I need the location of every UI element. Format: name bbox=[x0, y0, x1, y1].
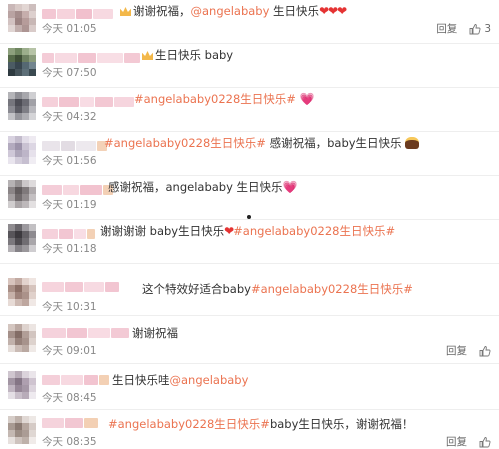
hashtag-link[interactable]: #angelababy0228生日快乐# bbox=[104, 136, 266, 150]
comment-text: 谢谢谢谢 baby生日快乐❤#angelababy0228生日快乐# bbox=[100, 224, 396, 238]
avatar[interactable] bbox=[8, 324, 36, 352]
comment-time: 今天 01:18 bbox=[42, 243, 97, 255]
username-blurred[interactable] bbox=[42, 328, 129, 339]
like-button[interactable] bbox=[479, 345, 491, 357]
like-button[interactable] bbox=[479, 436, 491, 448]
comment-time: 今天 04:32 bbox=[42, 111, 97, 123]
comment-item: #angelababy0228生日快乐# 💗 今天 04:32 bbox=[0, 88, 499, 132]
avatar[interactable] bbox=[8, 416, 36, 444]
comment-text: #angelababy0228生日快乐# 💗 bbox=[134, 90, 315, 108]
reply-button[interactable]: 回复 bbox=[436, 22, 457, 36]
comment-time: 今天 01:19 bbox=[42, 199, 97, 211]
pink-heart-icon: 💗 bbox=[299, 92, 315, 106]
comment-time: 今天 01:05 bbox=[42, 23, 97, 35]
username-blurred[interactable] bbox=[42, 185, 113, 196]
username-blurred[interactable] bbox=[42, 418, 98, 429]
comment-item: 谢谢祝福，@angelababy 生日快乐❤❤❤ 今天 01:05 回复 3 bbox=[0, 0, 499, 44]
comment-text: 谢谢祝福 bbox=[132, 326, 178, 340]
avatar[interactable] bbox=[8, 92, 36, 120]
comment-time: 今天 08:35 bbox=[42, 436, 97, 448]
comment-text: 感谢祝福，angelababy 生日快乐💗 bbox=[108, 180, 298, 194]
comment-item: 感谢祝福，angelababy 生日快乐💗 今天 01:19 bbox=[0, 176, 499, 220]
avatar[interactable] bbox=[8, 136, 36, 164]
comment-time: 今天 07:50 bbox=[42, 67, 97, 79]
comment-text: 这个特效好适合baby#angelababy0228生日快乐# bbox=[142, 282, 413, 296]
comment-text: #angelababy0228生日快乐# 感谢祝福，baby生日快乐 bbox=[104, 134, 419, 152]
comment-item: 这个特效好适合baby#angelababy0228生日快乐# 今天 10:31 bbox=[0, 264, 499, 316]
username-blurred[interactable] bbox=[42, 141, 107, 152]
crown-icon bbox=[142, 51, 153, 60]
mention-link[interactable]: @angelababy bbox=[191, 4, 270, 18]
comment-text: 生日快乐哇@angelababy bbox=[112, 373, 249, 387]
avatar[interactable] bbox=[8, 371, 36, 399]
red-heart-icon: ❤❤❤ bbox=[319, 4, 347, 18]
mention-link[interactable]: @angelababy bbox=[170, 373, 249, 387]
username-blurred[interactable] bbox=[42, 375, 109, 386]
comment-item: 生日快乐哇@angelababy 今天 08:45 bbox=[0, 364, 499, 410]
cake-icon bbox=[404, 137, 419, 149]
comment-text: 谢谢祝福，@angelababy 生日快乐❤❤❤ bbox=[118, 2, 347, 20]
pink-heart-icon: 💗 bbox=[282, 180, 298, 194]
comment-item: #angelababy0228生日快乐#baby生日快乐，谢谢祝福！ 今天 08… bbox=[0, 410, 499, 448]
username-blurred[interactable] bbox=[42, 9, 113, 20]
comment-time: 今天 09:01 bbox=[42, 345, 97, 357]
like-button[interactable]: 3 bbox=[469, 22, 491, 36]
comment-time: 今天 08:45 bbox=[42, 392, 97, 404]
thumbs-up-icon bbox=[479, 346, 491, 357]
avatar[interactable] bbox=[8, 278, 36, 306]
comment-text: 生日快乐 baby bbox=[140, 46, 233, 64]
comment-item: #angelababy0228生日快乐# 感谢祝福，baby生日快乐 今天 01… bbox=[0, 132, 499, 176]
reply-button[interactable]: 回复 bbox=[446, 435, 467, 449]
hashtag-link[interactable]: #angelababy0228生日快乐# bbox=[134, 92, 296, 106]
comment-item: 生日快乐 baby 今天 07:50 bbox=[0, 44, 499, 88]
hashtag-link[interactable]: #angelababy0228生日快乐# bbox=[251, 282, 413, 296]
crown-icon bbox=[120, 7, 131, 16]
comment-item: 谢谢谢谢 baby生日快乐❤#angelababy0228生日快乐# 今天 01… bbox=[0, 220, 499, 264]
comment-item: 谢谢祝福 今天 09:01 回复 bbox=[0, 316, 499, 364]
username-blurred[interactable] bbox=[42, 229, 95, 240]
username-blurred[interactable] bbox=[42, 97, 134, 108]
like-count: 3 bbox=[484, 23, 491, 35]
hashtag-link[interactable]: #angelababy0228生日快乐# bbox=[108, 417, 270, 431]
cursor-dot bbox=[247, 215, 251, 219]
comment-time: 今天 01:56 bbox=[42, 155, 97, 167]
thumbs-up-icon bbox=[479, 437, 491, 448]
avatar[interactable] bbox=[8, 48, 36, 76]
avatar[interactable] bbox=[8, 224, 36, 252]
comment-text: #angelababy0228生日快乐#baby生日快乐，谢谢祝福！ bbox=[108, 417, 414, 431]
red-heart-icon: ❤ bbox=[224, 224, 234, 238]
reply-button[interactable]: 回复 bbox=[446, 344, 467, 358]
username-blurred[interactable] bbox=[42, 282, 119, 293]
avatar[interactable] bbox=[8, 4, 36, 32]
comment-time: 今天 10:31 bbox=[42, 301, 97, 313]
thumbs-up-icon bbox=[469, 24, 481, 35]
username-blurred[interactable] bbox=[42, 53, 140, 64]
hashtag-link[interactable]: #angelababy0228生日快乐# bbox=[233, 224, 395, 238]
avatar[interactable] bbox=[8, 180, 36, 208]
